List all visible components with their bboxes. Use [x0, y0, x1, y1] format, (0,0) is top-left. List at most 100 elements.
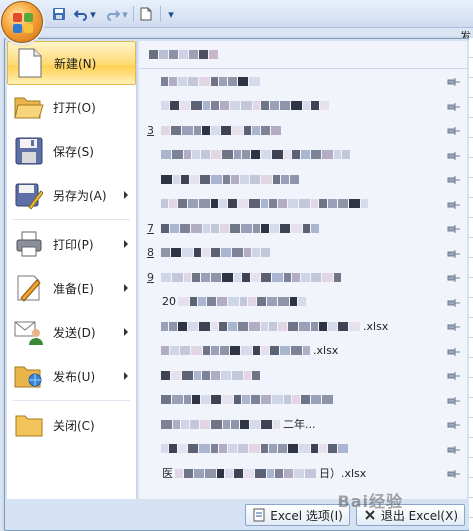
recent-document-item[interactable]: 7 — [139, 216, 467, 241]
pixelated-document-name — [161, 395, 333, 405]
customize-toolbar-icon[interactable]: ▾ — [166, 5, 176, 23]
save-as-icon — [13, 179, 45, 211]
recent-document-prefix: 20 — [162, 295, 176, 309]
pin-icon[interactable] — [447, 101, 461, 111]
pin-icon[interactable] — [447, 248, 461, 258]
pixelated-document-name — [161, 419, 280, 429]
submenu-arrow-icon — [124, 240, 128, 248]
recent-document-item[interactable]: .xlsx — [139, 339, 467, 364]
recent-document-item[interactable] — [139, 69, 467, 94]
menu-save-as[interactable]: 另存为(A) — [7, 173, 136, 217]
submenu-arrow-icon — [124, 372, 128, 380]
menu-prepare-label: 准备(E) — [53, 281, 94, 296]
pixelated-document-name — [161, 223, 319, 233]
menu-publish-label: 发布(U) — [53, 369, 96, 384]
recent-document-item[interactable]: 医 日）.xlsx — [139, 461, 467, 486]
recent-document-item[interactable]: 8 — [139, 241, 467, 266]
recent-document-item[interactable] — [139, 388, 467, 413]
recent-documents-header — [139, 41, 467, 69]
menu-close[interactable]: 关闭(C) — [7, 403, 136, 447]
publish-folder-icon — [13, 360, 45, 392]
floppy-save-icon — [13, 135, 45, 167]
pin-icon[interactable] — [447, 223, 461, 234]
pin-icon[interactable] — [447, 125, 461, 136]
recent-document-item[interactable]: 20 — [139, 290, 467, 315]
menu-open[interactable]: 打开(O) — [7, 85, 136, 129]
pin-icon[interactable] — [447, 346, 461, 356]
new-icon — [14, 47, 46, 79]
pixelated-document-name — [161, 76, 260, 86]
pixelated-document-name — [175, 468, 316, 478]
pixelated-document-name — [161, 199, 368, 209]
recent-document-suffix: .xlsx — [313, 344, 339, 358]
recent-document-item[interactable]: .xlsx — [139, 314, 467, 339]
redo-icon[interactable] — [104, 5, 122, 23]
toolbar-separator — [133, 6, 134, 22]
menu-send[interactable]: 发送(D) — [7, 310, 136, 354]
undo-icon[interactable] — [72, 5, 90, 23]
pin-icon[interactable] — [447, 297, 461, 307]
pin-icon[interactable] — [447, 419, 461, 430]
pixelated-document-name — [161, 272, 341, 282]
recent-document-suffix: .xlsx — [363, 319, 389, 333]
recent-document-item[interactable]: 3 — [139, 118, 467, 143]
menu-open-label: 打开(O) — [53, 100, 96, 115]
menu-new-label: 新建(N) — [54, 56, 97, 71]
redo-dropdown-icon[interactable]: ▾ — [121, 5, 129, 23]
pin-icon[interactable] — [447, 468, 461, 479]
recent-document-item[interactable] — [139, 437, 467, 462]
menu-close-label: 关闭(C) — [53, 418, 95, 433]
recent-document-item[interactable] — [139, 363, 467, 388]
menu-save-label: 保存(S) — [53, 144, 94, 159]
menu-print[interactable]: 打印(P) — [7, 222, 136, 266]
pin-icon[interactable] — [447, 150, 461, 160]
pin-icon[interactable] — [447, 395, 461, 405]
send-people-icon — [13, 316, 45, 348]
undo-dropdown-icon[interactable]: ▾ — [89, 5, 97, 23]
submenu-arrow-icon — [124, 328, 128, 336]
pin-icon[interactable] — [447, 272, 461, 283]
menu-divider — [13, 219, 130, 220]
options-document-icon — [252, 508, 266, 522]
toolbar-separator — [160, 6, 161, 22]
recent-document-number: 9 — [147, 270, 154, 284]
close-folder-icon — [13, 409, 45, 441]
menu-save[interactable]: 保存(S) — [7, 129, 136, 173]
prepare-pencil-icon — [13, 272, 45, 304]
exit-x-icon — [363, 508, 377, 522]
pixelated-document-name — [161, 370, 260, 380]
pixelated-document-name — [161, 125, 281, 135]
recent-document-item[interactable]: 二年... — [139, 412, 467, 437]
new-document-icon[interactable] — [137, 5, 155, 23]
worksheet-edge — [469, 38, 473, 531]
recent-document-item[interactable] — [139, 192, 467, 217]
office-menu: 新建(N) 打开(O) 保存(S) 另存为(A) 打印(P) 准备(E) 发送(… — [4, 38, 470, 531]
recent-document-item[interactable]: 9 — [139, 265, 467, 290]
menu-prepare[interactable]: 准备(E) — [7, 266, 136, 310]
exit-excel-button[interactable]: 退出 Excel(X) — [355, 504, 465, 526]
pin-icon[interactable] — [447, 444, 461, 454]
submenu-arrow-icon — [124, 284, 128, 292]
pixelated-document-name — [161, 150, 350, 160]
recent-document-item[interactable] — [139, 94, 467, 119]
recent-document-item[interactable] — [139, 167, 467, 192]
office-button[interactable] — [1, 1, 43, 43]
save-icon[interactable] — [50, 5, 68, 23]
office-logo-icon — [13, 13, 33, 33]
recent-document-suffix: 日）.xlsx — [319, 467, 367, 481]
pin-icon[interactable] — [447, 76, 461, 87]
excel-options-label: Excel 选项(I) — [270, 508, 343, 523]
pixelated-document-name — [161, 174, 299, 184]
excel-options-button[interactable]: Excel 选项(I) — [245, 504, 350, 526]
recent-document-number: 3 — [147, 123, 154, 137]
menu-publish[interactable]: 发布(U) — [7, 354, 136, 398]
pin-icon[interactable] — [447, 370, 461, 381]
pin-icon[interactable] — [447, 321, 461, 332]
menu-new[interactable]: 新建(N) — [7, 41, 136, 85]
pin-icon[interactable] — [447, 174, 461, 185]
menu-commands: 新建(N) 打开(O) 保存(S) 另存为(A) 打印(P) 准备(E) 发送(… — [7, 41, 137, 499]
printer-icon — [13, 228, 45, 260]
recent-document-item[interactable] — [139, 143, 467, 168]
pin-icon[interactable] — [447, 199, 461, 209]
recent-document-number: 7 — [147, 221, 154, 235]
